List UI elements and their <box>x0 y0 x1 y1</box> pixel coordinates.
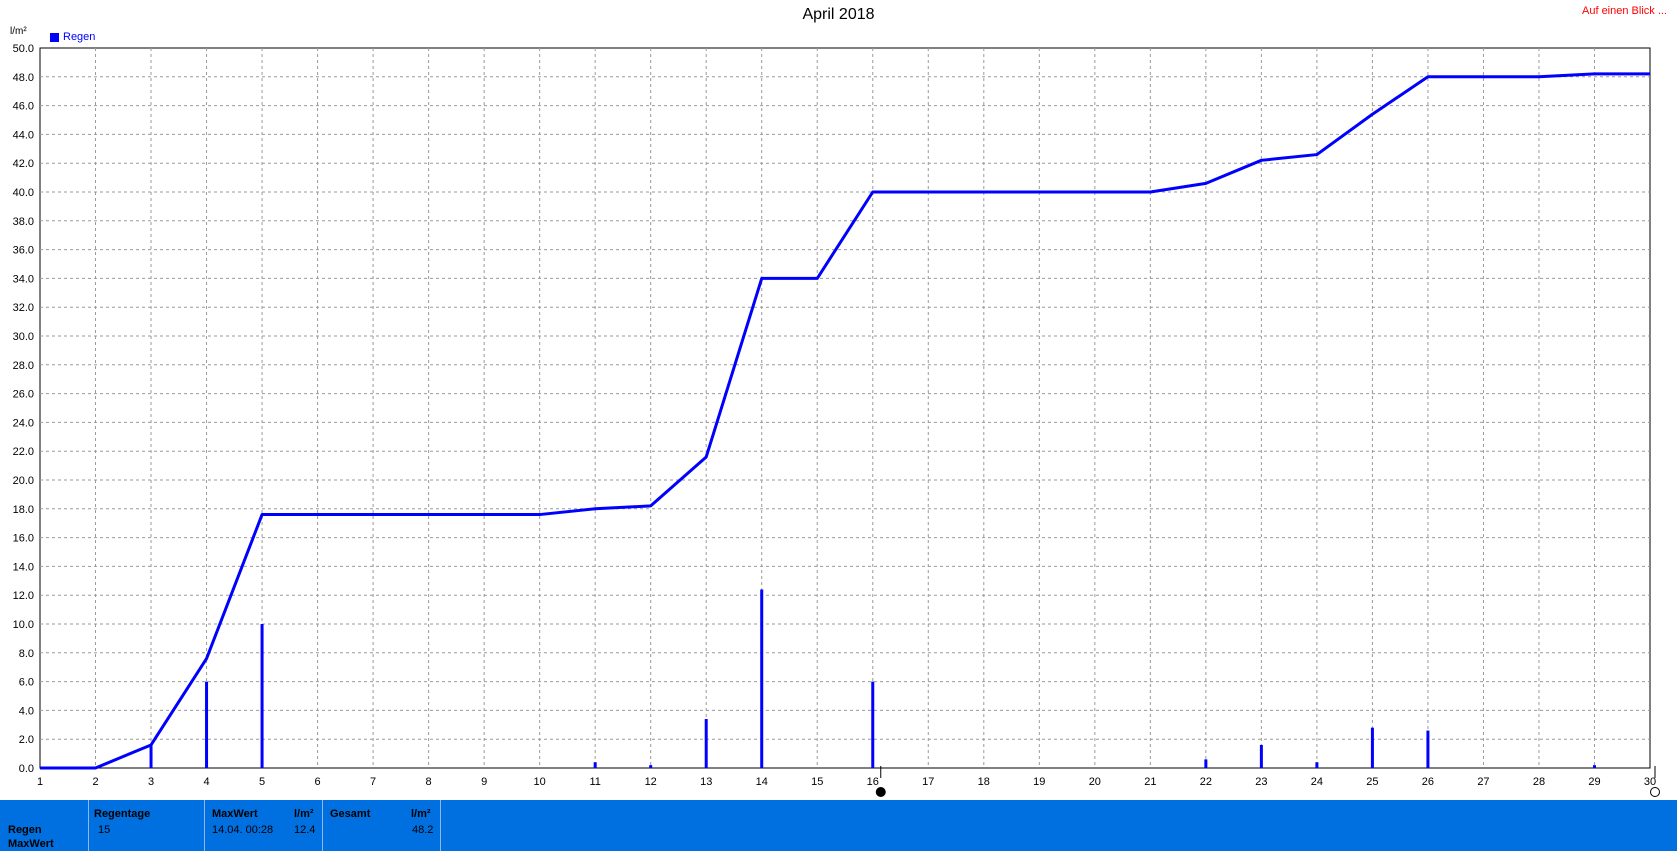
y-tick-label: 4.0 <box>19 705 34 717</box>
plot-frame <box>39 47 1651 769</box>
x-tick-label: 3 <box>148 776 154 788</box>
gesamt-unit: l/m² <box>411 808 431 820</box>
x-tick-label: 15 <box>811 776 823 788</box>
y-tick-label: 46.0 <box>13 101 34 113</box>
x-tick-label: 9 <box>481 776 487 788</box>
y-tick-label: 24.0 <box>13 417 34 429</box>
rain-chart: 0.0 2.0 4.0 6.0 8.0 10.0 12.0 14.0 16.0 18.0 20.0 2… <box>13 43 1660 797</box>
y-tick-label: 30.0 <box>13 331 34 343</box>
x-tick-label: 7 <box>370 776 376 788</box>
y-tick-label: 0.0 <box>19 763 34 775</box>
y-tick-label: 6.0 <box>19 677 34 689</box>
y-tick-label: 8.0 <box>19 648 34 660</box>
y-tick-label: 16.0 <box>13 533 34 545</box>
y-tick-label: 28.0 <box>13 360 34 372</box>
axis-ticks: 0.0 2.0 4.0 6.0 8.0 10.0 12.0 14.0 16.0 18.0 20.0 2… <box>13 43 1657 788</box>
y-tick-label: 26.0 <box>13 389 34 401</box>
y-tick-label: 18.0 <box>13 504 34 516</box>
summary-maxwert: MaxWert l/m² 14.04. 00:28 12.4 <box>205 800 323 851</box>
y-tick-label: 20.0 <box>13 475 34 487</box>
overview-link[interactable]: Auf einen Blick ... <box>1582 5 1667 17</box>
x-tick-label: 24 <box>1311 776 1323 788</box>
end-day-marker <box>1650 787 1660 797</box>
y-tick-label: 48.0 <box>13 72 34 84</box>
x-tick-label: 26 <box>1422 776 1434 788</box>
x-tick-label: 8 <box>426 776 432 788</box>
maxwert-header: MaxWert <box>212 808 258 820</box>
y-tick-label: 12.0 <box>13 590 34 602</box>
y-axis-unit: l/m² <box>10 26 27 37</box>
y-tick-label: 40.0 <box>13 187 34 199</box>
x-tick-label: 30 <box>1644 776 1656 788</box>
legend-swatch <box>50 32 59 42</box>
y-tick-label: 22.0 <box>13 446 34 458</box>
y-tick-label: 50.0 <box>13 43 34 55</box>
summary-row-labels: Regen MaxWert <box>0 800 89 851</box>
regentage-value: 15 <box>98 824 111 836</box>
x-tick-label: 28 <box>1533 776 1545 788</box>
x-tick-label: 10 <box>534 776 546 788</box>
x-tick-label: 21 <box>1144 776 1156 788</box>
x-tick-label: 29 <box>1588 776 1600 788</box>
x-tick-label: 25 <box>1366 776 1378 788</box>
chart-grid <box>39 47 1651 769</box>
cumulative-rain-line <box>40 72 1650 770</box>
legend-label: Regen <box>63 31 96 43</box>
x-tick-label: 20 <box>1089 776 1101 788</box>
y-tick-label: 36.0 <box>13 245 34 257</box>
x-tick-label: 1 <box>37 776 43 788</box>
current-day-marker <box>875 787 886 797</box>
chart-title: April 2018 <box>802 6 875 23</box>
x-tick-label: 5 <box>259 776 265 788</box>
gesamt-header: Gesamt <box>330 808 371 820</box>
y-tick-label: 38.0 <box>13 216 34 228</box>
gesamt-value: 48.2 <box>412 824 434 836</box>
y-tick-label: 34.0 <box>13 273 34 285</box>
x-tick-label: 11 <box>589 776 600 788</box>
y-tick-label: 10.0 <box>13 619 34 631</box>
maxwert-time: 14.04. 00:28 <box>212 824 274 836</box>
x-tick-label: 19 <box>1033 776 1045 788</box>
y-tick-label: 44.0 <box>13 129 34 141</box>
maxwert-unit: l/m² <box>294 808 314 820</box>
x-tick-label: 4 <box>203 776 209 788</box>
x-tick-label: 16 <box>867 776 879 788</box>
x-tick-label: 13 <box>700 776 712 788</box>
x-tick-label: 2 <box>92 776 98 788</box>
regentage-header: Regentage <box>94 808 151 820</box>
row-label-regen: Regen <box>8 824 42 836</box>
x-tick-label: 17 <box>922 776 934 788</box>
x-tick-label: 18 <box>978 776 990 788</box>
cumulative-line <box>40 72 1650 770</box>
x-tick-label: 14 <box>756 776 768 788</box>
summary-regentage: Regentage 15 <box>88 800 205 851</box>
summary-gesamt: Gesamt l/m² 48.2 <box>323 800 441 851</box>
x-tick-label: 27 <box>1477 776 1489 788</box>
maxwert-value: 12.4 <box>294 824 316 836</box>
y-tick-label: 42.0 <box>13 158 34 170</box>
y-tick-label: 2.0 <box>19 734 34 746</box>
y-tick-label: 14.0 <box>13 561 34 573</box>
row-label-maxwert: MaxWert <box>8 838 54 850</box>
summary-panel: Regen MaxWert Regentage 15 MaxWert l/m² … <box>0 800 1677 851</box>
legend: Regen <box>50 31 95 43</box>
y-tick-label: 32.0 <box>13 302 34 314</box>
x-tick-label: 23 <box>1255 776 1267 788</box>
x-tick-label: 22 <box>1200 776 1212 788</box>
x-tick-label: 12 <box>645 776 657 788</box>
x-tick-label: 6 <box>315 776 321 788</box>
